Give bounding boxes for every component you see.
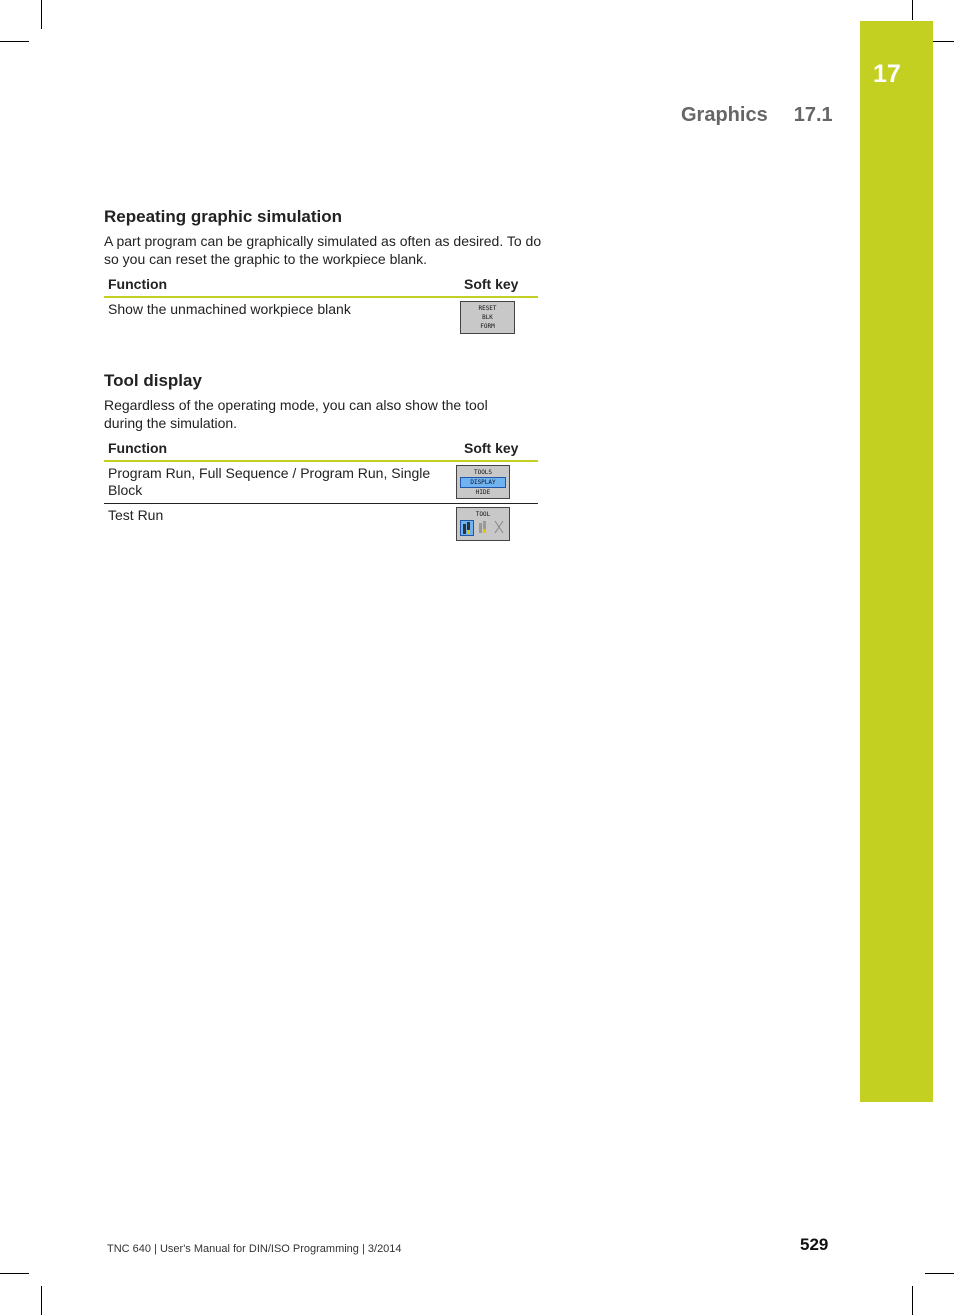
column-header-softkey: Soft key (460, 438, 538, 462)
function-cell: Test Run (108, 507, 164, 523)
column-header-function: Function (104, 274, 460, 298)
page-number: 529 (800, 1235, 829, 1254)
function-table: Function Soft key Program Run, Full Sequ… (104, 438, 538, 545)
table-row: Show the unmachined workpiece blank RESE… (104, 297, 538, 338)
crop-mark (912, 0, 913, 20)
table-row: Program Run, Full Sequence / Program Run… (104, 461, 538, 504)
tools-display-hide-softkey[interactable]: TOOLS DISPLAY HIDE (456, 465, 510, 499)
softkey-line: BLK (482, 314, 493, 321)
crop-mark (41, 0, 42, 29)
tool-outline-icon (476, 520, 490, 536)
softkey-line: FORM (480, 323, 495, 330)
footer-text: TNC 640 | User's Manual for DIN/ISO Prog… (107, 1243, 402, 1255)
section-heading: Tool display (104, 371, 202, 390)
section-body: Regardless of the operating mode, you ca… (104, 397, 488, 431)
crop-mark (0, 1273, 29, 1274)
function-cell: Show the unmachined workpiece blank (108, 301, 351, 317)
softkey-line: HIDE (475, 489, 491, 496)
softkey-line: TOOLS (473, 469, 493, 476)
chapter-number: 17 (873, 60, 901, 88)
softkey-line: RESET (478, 305, 497, 312)
reset-blk-form-softkey[interactable]: RESET BLK FORM (460, 301, 515, 334)
chapter-tab (860, 21, 933, 1102)
table-row: Test Run TOOL (104, 504, 538, 546)
crop-mark (0, 41, 29, 42)
crop-mark (925, 1273, 954, 1274)
chapter-title: Graphics (681, 104, 768, 126)
crop-mark (933, 41, 954, 42)
tool-visible-icon (460, 520, 474, 536)
function-cell: Program Run, Full Sequence / Program Run… (104, 461, 460, 504)
function-table: Function Soft key Show the unmachined wo… (104, 274, 538, 338)
tool-hidden-icon (492, 520, 506, 536)
crop-mark (912, 1286, 913, 1315)
column-header-function: Function (104, 438, 460, 462)
section-body: A part program can be graphically simula… (104, 233, 542, 267)
crop-mark (41, 1286, 42, 1315)
softkey-line-highlighted: DISPLAY (460, 477, 506, 488)
section-heading: Repeating graphic simulation (104, 207, 343, 226)
running-header: Graphics 17.1 (681, 104, 833, 127)
column-header-softkey: Soft key (460, 274, 538, 298)
section-number: 17.1 (793, 104, 833, 126)
softkey-line: TOOL (475, 511, 491, 518)
tool-view-softkey[interactable]: TOOL (456, 507, 510, 541)
